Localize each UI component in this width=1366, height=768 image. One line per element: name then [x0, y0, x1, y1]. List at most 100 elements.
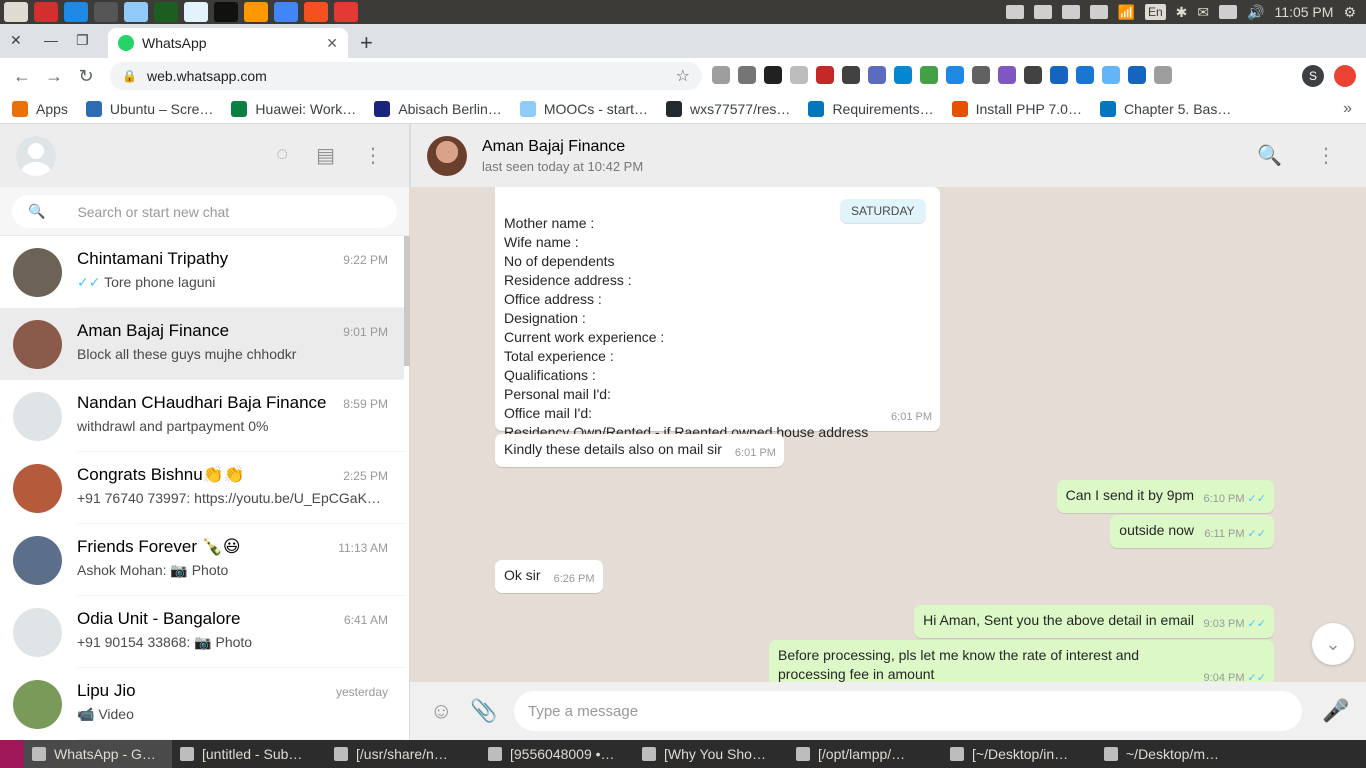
chat-menu-icon[interactable]: ⋮ — [1316, 143, 1336, 168]
extension-icon[interactable] — [738, 66, 756, 84]
extension-icon[interactable] — [868, 66, 886, 84]
taskbar-window-item[interactable]: [Why You Sho… — [634, 740, 788, 768]
chat-list-item[interactable]: Lipu Jio yesterday 📹 Video — [0, 668, 404, 740]
bookmark-item[interactable]: Huawei: Work… — [231, 100, 356, 117]
extension-icon[interactable] — [1050, 66, 1068, 84]
forward-button[interactable]: → — [38, 66, 70, 87]
chat-avatar[interactable] — [13, 247, 62, 297]
extension-icon[interactable] — [1024, 66, 1042, 84]
launcher-app-icon[interactable] — [94, 2, 118, 22]
extension-icon[interactable] — [1076, 66, 1094, 84]
extension-icon[interactable] — [1154, 66, 1172, 84]
message-bubble[interactable]: Before processing, pls let me know the r… — [769, 640, 1274, 682]
chat-list-item[interactable]: Friends Forever 🍾😃 11:13 AM Ashok Mohan: 📷… — [0, 524, 404, 596]
taskbar-window-item[interactable]: [~/Desktop/in… — [942, 740, 1096, 768]
taskbar-window-item[interactable]: [9556048009 •… — [480, 740, 634, 768]
new-tab-button[interactable]: + — [360, 30, 373, 56]
battery-icon[interactable] — [1219, 5, 1238, 19]
wifi-icon[interactable]: 📶 — [1118, 4, 1135, 21]
launcher-app-icon[interactable] — [154, 2, 178, 22]
chat-avatar[interactable] — [13, 679, 62, 729]
attach-icon[interactable]: 📎 — [470, 698, 510, 724]
chat-list-item[interactable]: Nandan CHaudhari Baja Finance 8:59 PM with… — [0, 380, 404, 452]
bookmark-item[interactable]: Apps — [12, 100, 68, 117]
launcher-app-icon[interactable] — [244, 2, 268, 22]
launcher-app-icon[interactable] — [4, 2, 28, 22]
taskbar-window-item[interactable]: WhatsApp - G… — [24, 740, 172, 768]
launcher-app-icon[interactable] — [34, 2, 58, 22]
launcher-app-icon[interactable] — [304, 2, 328, 22]
message-input[interactable]: Type a message — [514, 691, 1302, 731]
language-indicator[interactable]: En — [1144, 4, 1166, 20]
power-icon[interactable]: ⚙ — [1343, 4, 1356, 21]
search-input[interactable]: 🔍 Search or start new chat — [12, 195, 397, 228]
extension-icon[interactable] — [790, 66, 808, 84]
new-chat-icon[interactable]: ▤ — [316, 143, 335, 168]
launcher-app-icon[interactable] — [334, 2, 358, 22]
tab-close-icon[interactable]: ✕ — [326, 35, 338, 52]
grid-app-icon[interactable] — [1005, 5, 1024, 19]
microphone-icon[interactable]: 🎤 — [1316, 698, 1356, 724]
chrome-menu-button[interactable] — [1334, 65, 1356, 87]
contact-name[interactable]: Aman Bajaj Finance — [482, 138, 643, 156]
chat-list-item[interactable]: Aman Bajaj Finance 9:01 PM Block all these… — [0, 308, 404, 380]
chat-avatar[interactable] — [13, 463, 62, 513]
chat-avatar[interactable] — [13, 607, 62, 657]
chat-avatar[interactable] — [13, 319, 62, 369]
window-minimize-icon[interactable]: — — [44, 32, 58, 48]
bookmark-item[interactable]: Abisach Berlin… — [374, 100, 502, 117]
keyboard-icon[interactable] — [1061, 5, 1080, 19]
bookmark-star-icon[interactable]: ☆ — [676, 66, 690, 86]
chat-list-item[interactable]: Chintamani Tripathy 9:22 PM ✓✓ Tore phone … — [0, 236, 404, 308]
show-desktop-icon[interactable] — [0, 740, 24, 768]
taskbar-window-item[interactable]: [/opt/lampp/… — [788, 740, 942, 768]
taskbar-window-item[interactable]: [untitled - Sub… — [172, 740, 326, 768]
clock[interactable]: 11:05 PM — [1275, 4, 1334, 20]
tab-whatsapp[interactable]: WhatsApp ✕ — [108, 28, 348, 58]
bookmark-item[interactable]: Requirements… — [808, 100, 934, 117]
my-avatar[interactable] — [16, 135, 56, 176]
taskbar-window-item[interactable]: [/usr/share/n… — [326, 740, 480, 768]
back-button[interactable]: ← — [6, 66, 38, 87]
chat-list-item[interactable]: Odia Unit - Bangalore 6:41 AM +91 90154 33… — [0, 596, 404, 668]
extension-icon[interactable] — [894, 66, 912, 84]
extension-icon[interactable] — [764, 66, 782, 84]
extension-icon[interactable] — [920, 66, 938, 84]
skype-tray-icon[interactable] — [1033, 5, 1052, 19]
bookmark-item[interactable]: Install PHP 7.0… — [951, 100, 1082, 117]
chat-list-item[interactable]: Congrats Bishnu👏👏 2:25 PM +91 76740 73997:… — [0, 452, 404, 524]
volume-icon[interactable]: 🔊 — [1247, 4, 1264, 21]
taskbar-window-item[interactable]: ~/Desktop/m… — [1096, 740, 1250, 768]
search-messages-icon[interactable]: 🔍 — [1257, 143, 1282, 168]
conversation-header[interactable]: Aman Bajaj Finance last seen today at 10… — [410, 124, 1366, 187]
bookmarks-overflow-icon[interactable]: » — [1343, 100, 1352, 118]
message-bubble-form[interactable]: Mother name : Wife name : No of dependen… — [495, 187, 940, 440]
message-bubble[interactable]: Kindly these details also on mail sir 6:0… — [495, 434, 784, 467]
extension-icon[interactable] — [946, 66, 964, 84]
reload-button[interactable]: ↻ — [70, 66, 102, 87]
menu-icon[interactable]: ⋮ — [363, 143, 383, 168]
extension-icon[interactable] — [972, 66, 990, 84]
contact-avatar[interactable] — [427, 135, 467, 176]
window-restore-icon[interactable]: ❐ — [76, 32, 89, 49]
extension-icon[interactable] — [998, 66, 1016, 84]
scroll-down-button[interactable]: ⌄ — [1312, 623, 1354, 665]
message-bubble[interactable]: Hi Aman, Sent you the above detail in em… — [914, 605, 1274, 638]
launcher-app-icon[interactable] — [124, 2, 148, 22]
bookmark-item[interactable]: wxs77577/res… — [666, 100, 790, 117]
extension-icon[interactable] — [816, 66, 834, 84]
extension-icon[interactable] — [842, 66, 860, 84]
launcher-app-icon[interactable] — [274, 2, 298, 22]
extension-icon[interactable] — [1128, 66, 1146, 84]
launcher-app-icon[interactable] — [184, 2, 208, 22]
message-bubble[interactable]: outside now 6:11 PM ✓✓ — [1110, 515, 1274, 548]
launcher-app-icon[interactable] — [64, 2, 88, 22]
extension-icon[interactable] — [712, 66, 730, 84]
window-close-icon[interactable]: ✕ — [10, 32, 22, 49]
bluetooth-icon[interactable]: ✱ — [1176, 4, 1188, 21]
terminal-icon[interactable] — [1089, 5, 1108, 19]
status-icon[interactable]: ◌ — [276, 143, 288, 168]
message-bubble[interactable]: Can I send it by 9pm 6:10 PM ✓✓ — [1056, 480, 1274, 513]
url-text[interactable]: web.whatsapp.com — [147, 68, 267, 84]
profile-avatar[interactable]: S — [1302, 65, 1324, 87]
